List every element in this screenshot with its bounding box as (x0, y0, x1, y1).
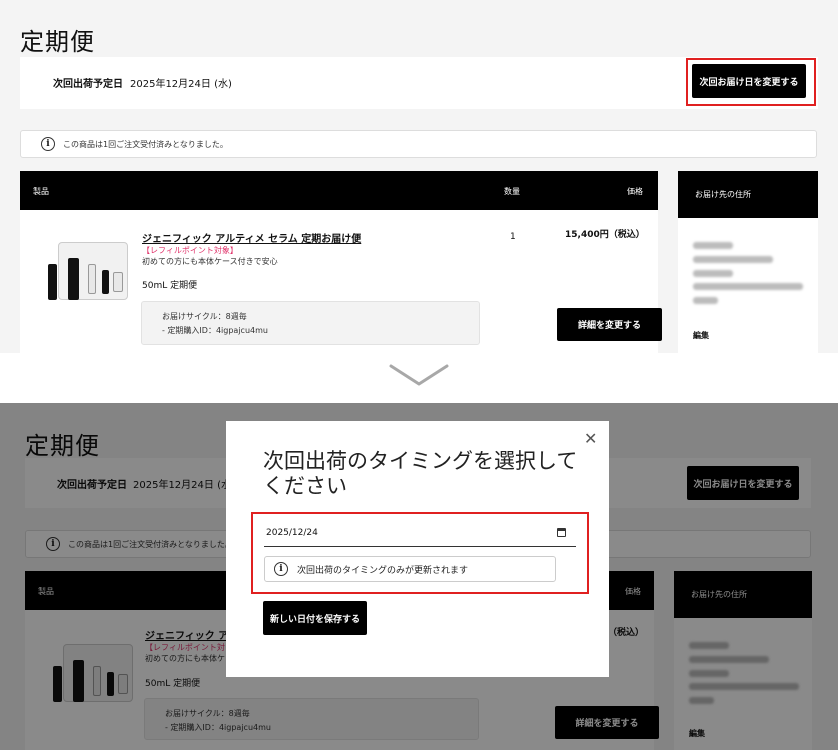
refill-tag: 【レフィルポイント対象】 (142, 246, 238, 255)
update-note-text: 次回出荷のタイミングのみが更新されます (297, 565, 469, 576)
info-icon: i (274, 562, 288, 576)
ship-label: 次回出荷予定日 (53, 79, 123, 90)
col-price: 価格 (627, 187, 643, 196)
address-panel: お届け先の住所 編集 (678, 171, 818, 353)
quantity: 1 (510, 232, 516, 242)
col-qty: 数量 (504, 187, 520, 196)
edit-details-button[interactable]: 詳細を変更する (557, 308, 662, 341)
col-product: 製品 (33, 187, 49, 196)
product-image (40, 236, 140, 306)
before-screenshot: 定期便 次回出荷予定日 2025年12月24日 (水) 次回お届け日を変更する … (0, 0, 838, 353)
info-icon: i (41, 137, 55, 151)
table-header: 製品 数量 価格 (20, 171, 658, 210)
calendar-icon[interactable] (557, 528, 566, 537)
product-volume: 50mL 定期便 (142, 281, 198, 291)
modal-title: 次回出荷のタイミングを選択してください (263, 449, 578, 498)
change-delivery-date-button[interactable]: 次回お届け日を変更する (692, 64, 806, 98)
delivery-cycle-box: お届けサイクル：8週毎 - 定期購入ID：4igpajcu4mu (141, 301, 480, 345)
order-notice: i この商品は1回ご注文受付済みとなりました。 (20, 130, 817, 158)
notice-text: この商品は1回ご注文受付済みとなりました。 (63, 139, 228, 149)
save-date-button[interactable]: 新しい日付を保存する (263, 601, 367, 635)
cycle-text: お届けサイクル：8週毎 (162, 312, 247, 321)
address-heading: お届け先の住所 (678, 171, 818, 218)
product-subtitle: 初めての方にも本体ケース付きで安心 (142, 257, 278, 266)
page-title: 定期便 (20, 28, 95, 56)
close-icon[interactable]: ✕ (584, 429, 597, 448)
after-screenshot: 定期便 次回出荷予定日 2025年12月24日 (水) 次回お届け日を変更する … (0, 403, 838, 750)
chevron-down-icon (388, 360, 450, 390)
purchase-id: - 定期購入ID：4igpajcu4mu (162, 326, 268, 335)
highlight-box: 2025/12/24 i 次回出荷のタイミングのみが更新されます (251, 512, 589, 594)
product-row: ジェニフィック アルティメ セラム 定期お届け便 【レフィルポイント対象】 初め… (20, 210, 662, 353)
address-edit-link[interactable]: 編集 (693, 330, 709, 341)
date-picker-modal: ✕ 次回出荷のタイミングを選択してください 2025/12/24 i 次回出荷の… (226, 421, 609, 677)
date-value: 2025/12/24 (266, 527, 318, 538)
price: 15,400円（税込） (565, 230, 645, 240)
update-note: i 次回出荷のタイミングのみが更新されます (264, 556, 556, 582)
ship-date: 2025年12月24日 (水) (130, 79, 232, 90)
date-input[interactable]: 2025/12/24 (264, 519, 576, 547)
shipping-panel: 次回出荷予定日 2025年12月24日 (水) 次回お届け日を変更する (20, 57, 818, 109)
product-name-link[interactable]: ジェニフィック アルティメ セラム 定期お届け便 (142, 230, 361, 245)
